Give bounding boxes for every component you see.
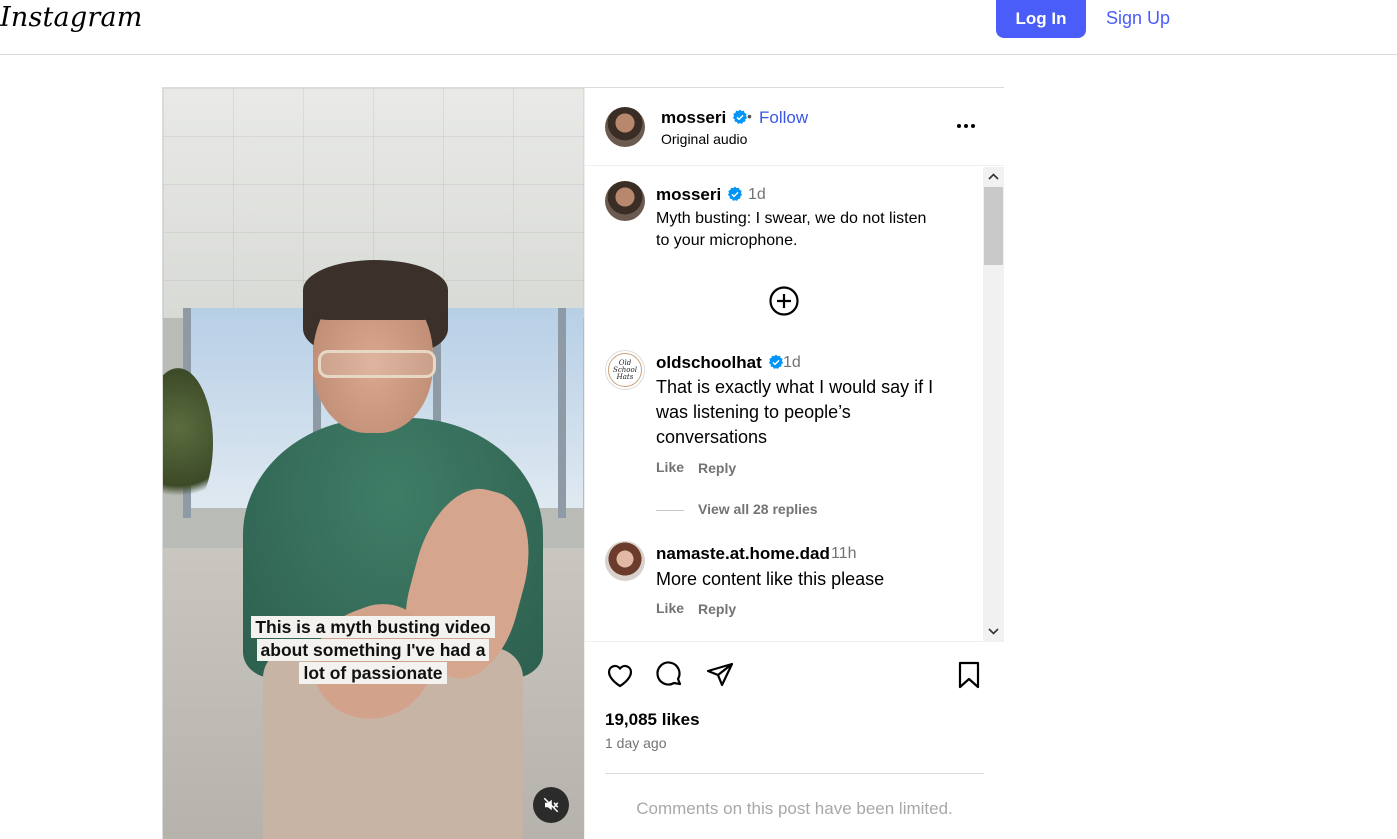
comment-like-button[interactable]: Like <box>656 600 684 616</box>
sign-up-link[interactable]: Sign Up <box>1106 8 1170 29</box>
comment-text-line: conversations <box>656 427 768 447</box>
commenter-username[interactable]: oldschoolhat <box>656 353 784 373</box>
post-details-panel: mosseri • Follow Original audio mosseri … <box>584 88 1004 839</box>
comment-time: 1d <box>783 354 801 371</box>
video-caption-line: lot of passionate <box>299 662 447 684</box>
original-audio-link[interactable]: Original audio <box>661 131 747 147</box>
scroll-up-arrow-icon[interactable] <box>987 170 1000 183</box>
top-nav: Instagram Log In Sign Up <box>0 0 1397 55</box>
post-card: This is a myth busting video about somet… <box>162 87 1004 839</box>
replies-divider <box>656 510 684 511</box>
commenter-avatar[interactable] <box>605 541 645 581</box>
caption-time: 1d <box>748 186 766 203</box>
commenter-username-text[interactable]: oldschoolhat <box>656 353 762 372</box>
old-school-hats-logo: Old School Hats <box>608 353 642 387</box>
post-video[interactable]: This is a myth busting video about somet… <box>163 88 584 839</box>
video-window-frame <box>558 308 566 518</box>
instagram-logo[interactable]: Instagram <box>0 2 143 33</box>
commenter-avatar[interactable]: Old School Hats <box>605 350 645 390</box>
log-in-button[interactable]: Log In <box>996 0 1086 38</box>
caption-text: Myth busting: I swear, we do not listen … <box>656 208 926 252</box>
share-paper-plane-icon[interactable] <box>705 660 735 690</box>
save-bookmark-icon[interactable] <box>954 660 984 690</box>
verified-badge-icon <box>733 109 748 124</box>
likes-count[interactable]: 19,085 likes <box>605 710 700 730</box>
comment-reply-button[interactable]: Reply <box>698 460 736 476</box>
follow-button[interactable]: Follow <box>759 108 808 128</box>
video-person-glasses <box>318 350 436 378</box>
video-caption: This is a myth busting video about somet… <box>237 616 509 685</box>
author-username[interactable]: mosseri <box>661 108 748 128</box>
like-heart-icon[interactable] <box>605 660 635 690</box>
post-header: mosseri • Follow Original audio <box>585 88 1004 166</box>
caption-author-avatar[interactable] <box>605 181 645 221</box>
comment-time: 11h <box>831 545 857 562</box>
scroll-down-arrow-icon[interactable] <box>987 625 1000 638</box>
comment-like-button[interactable]: Like <box>656 459 684 475</box>
more-options-icon[interactable] <box>957 116 981 136</box>
comments-scrollbar[interactable] <box>983 167 1004 641</box>
load-more-comments-icon[interactable] <box>768 285 800 317</box>
author-avatar[interactable] <box>605 107 645 147</box>
comment-text-line: was listening to people’s <box>656 402 851 422</box>
header-separator: • <box>747 108 752 124</box>
scrollbar-thumb[interactable] <box>984 187 1003 265</box>
author-username-text[interactable]: mosseri <box>661 108 726 127</box>
comment-text-line: That is exactly what I would say if I <box>656 377 934 397</box>
view-replies-button[interactable]: View all 28 replies <box>698 501 818 517</box>
comment-bubble-icon[interactable] <box>655 660 685 690</box>
comment-text: More content like this please <box>656 569 885 589</box>
caption-text-line: Myth busting: I swear, we do not listen <box>656 210 927 227</box>
verified-badge-icon <box>728 186 743 201</box>
video-person-hair-top <box>303 260 448 320</box>
comments-limited-notice: Comments on this post have been limited. <box>636 799 953 818</box>
caption-author-username[interactable]: mosseri <box>656 185 743 205</box>
post-time[interactable]: 1 day ago <box>605 735 667 751</box>
muted-speaker-icon <box>543 797 559 813</box>
mute-toggle-button[interactable] <box>533 787 569 823</box>
video-caption-line: This is a myth busting video <box>251 616 495 638</box>
comments-list[interactable]: mosseri 1d Myth busting: I swear, we do … <box>585 167 1004 641</box>
commenter-username[interactable]: namaste.at.home.dad <box>656 544 830 564</box>
verified-badge-icon <box>768 354 783 369</box>
caption-text-line: to your microphone. <box>656 232 798 249</box>
section-divider <box>605 773 984 774</box>
post-actions: 19,085 likes 1 day ago Comments on this … <box>585 641 1004 839</box>
comment-reply-button[interactable]: Reply <box>698 601 736 617</box>
caption-author-username-text[interactable]: mosseri <box>656 185 721 204</box>
comment-text: That is exactly what I would say if I wa… <box>656 375 933 450</box>
video-caption-line: about something I've had a <box>256 639 490 661</box>
